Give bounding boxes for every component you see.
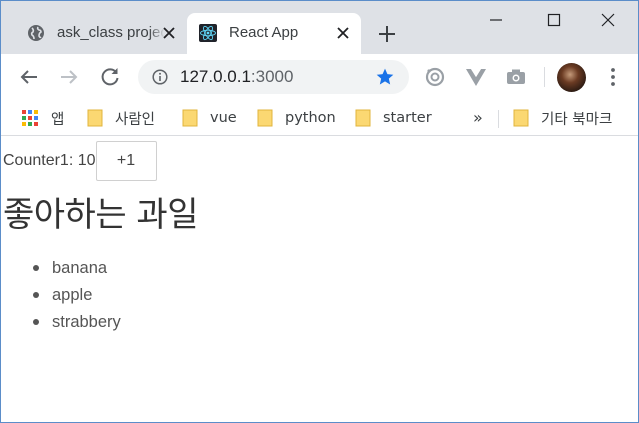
counter-label: Counter1: 10 — [3, 152, 96, 169]
forward-arrow-icon[interactable] — [57, 65, 81, 89]
folder-icon — [87, 109, 103, 127]
bookmark-folder-starter[interactable]: starter — [355, 100, 432, 136]
close-icon[interactable] — [335, 25, 351, 41]
maximize-button[interactable] — [525, 1, 583, 39]
list-item: banana — [33, 258, 121, 285]
list-item: apple — [33, 285, 121, 312]
bookmark-apps[interactable]: 앱 — [21, 100, 64, 136]
extension-circle-icon[interactable] — [423, 65, 447, 89]
tab-strip: ask_class project React App — [1, 1, 638, 54]
page-heading: 좋아하는 과일 — [3, 195, 199, 235]
profile-avatar[interactable] — [557, 63, 586, 92]
reload-icon[interactable] — [98, 65, 122, 89]
bookmark-label: vue — [210, 110, 237, 126]
camera-icon[interactable] — [504, 65, 528, 89]
vue-devtools-icon[interactable] — [464, 65, 488, 89]
window-close-button[interactable] — [579, 1, 637, 39]
bookmark-label: 기타 북마크 — [541, 111, 613, 128]
bookmarks-bar: 앱 사람인 vue python starter » 기타 북마크 — [1, 100, 638, 136]
close-icon[interactable] — [161, 25, 177, 41]
tab-title: ask_class project — [57, 24, 165, 41]
bookmarks-overflow-chevron[interactable]: » — [473, 108, 483, 127]
tab-title: React App — [229, 24, 299, 41]
close-icon — [601, 13, 615, 27]
bookmarks-divider — [498, 110, 499, 128]
folder-icon — [513, 109, 529, 127]
info-icon[interactable] — [152, 69, 168, 85]
back-arrow-icon[interactable] — [17, 65, 41, 89]
react-logo-icon — [199, 24, 217, 42]
fruit-list: banana apple strabbery — [33, 258, 121, 339]
folder-icon — [182, 109, 198, 127]
tab-ask-class[interactable]: ask_class project — [15, 13, 187, 54]
apps-grid-icon — [22, 110, 38, 126]
bookmark-folder-python[interactable]: python — [257, 100, 336, 136]
toolbar: 127.0.0.1:3000 — [1, 54, 638, 100]
bookmark-folder-saramin[interactable]: 사람인 — [87, 100, 155, 136]
minimize-icon — [490, 19, 502, 21]
kebab-menu-icon[interactable] — [601, 65, 625, 89]
maximize-icon — [547, 13, 561, 27]
tab-react-app[interactable]: React App — [187, 13, 361, 54]
url-port: :3000 — [250, 67, 294, 86]
folder-icon — [355, 109, 371, 127]
bookmark-star-icon[interactable] — [375, 67, 395, 87]
bookmark-folder-vue[interactable]: vue — [182, 100, 237, 136]
increment-button[interactable]: +1 — [95, 141, 157, 181]
list-item: strabbery — [33, 312, 121, 339]
bookmark-label: 사람인 — [115, 111, 156, 128]
new-tab-plus-icon[interactable] — [376, 23, 398, 45]
url-text[interactable]: 127.0.0.1:3000 — [180, 67, 293, 87]
globe-icon — [28, 25, 44, 41]
toolbar-divider — [544, 67, 545, 87]
url-host: 127.0.0.1 — [180, 67, 251, 86]
page-content: Counter1: 10 +1 좋아하는 과일 banana apple str… — [1, 137, 638, 422]
bookmark-label: 앱 — [51, 111, 65, 128]
bookmark-label: python — [285, 110, 336, 126]
bookmark-other[interactable]: 기타 북마크 — [513, 100, 612, 136]
bookmark-label: starter — [383, 110, 432, 126]
browser-window: ask_class project React App 127.0.0.1:30… — [0, 0, 639, 423]
counter-row: Counter1: 10 +1 — [3, 141, 157, 181]
folder-icon — [257, 109, 273, 127]
minimize-button[interactable] — [467, 1, 525, 39]
address-bar[interactable]: 127.0.0.1:3000 — [138, 60, 409, 94]
